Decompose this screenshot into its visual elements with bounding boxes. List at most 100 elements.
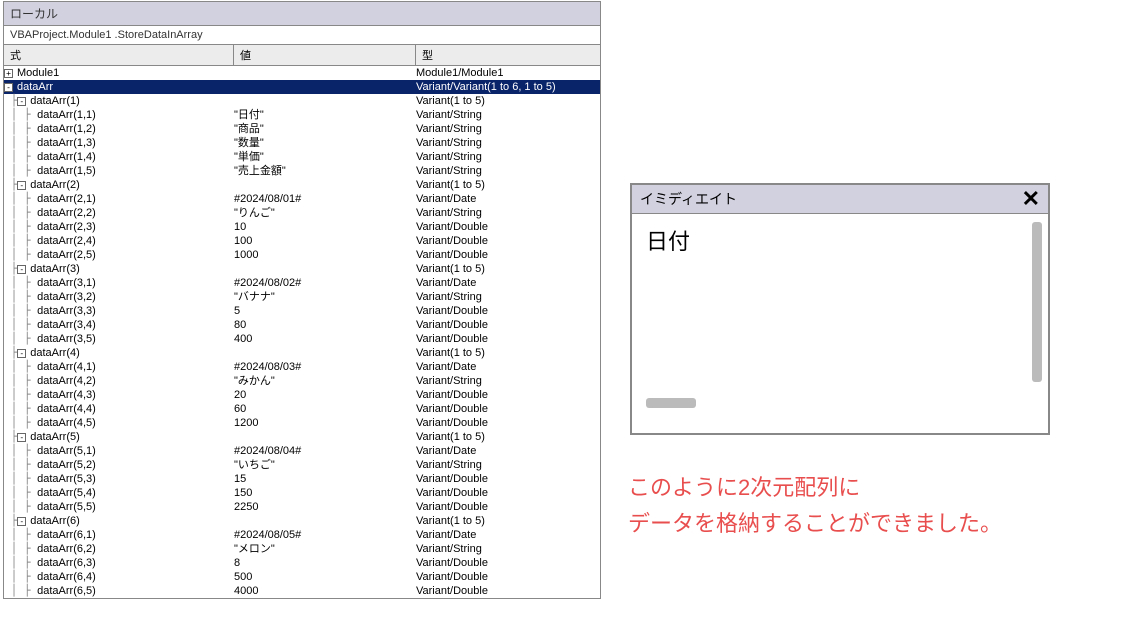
locals-row[interactable]: │ ├ dataArr(3,2)"バナナ"Variant/String xyxy=(4,290,600,304)
value-cell: 2250 xyxy=(234,500,416,514)
locals-row[interactable]: │ ├ dataArr(4,5)1200Variant/Double xyxy=(4,416,600,430)
tree-branch-icon: │ ├ xyxy=(4,388,37,402)
tree-branch-icon: │ ├ xyxy=(4,248,37,262)
collapse-icon[interactable]: - xyxy=(17,181,26,190)
value-cell: #2024/08/04# xyxy=(234,444,416,458)
expression-label: dataArr(3,2) xyxy=(37,290,96,304)
tree-branch-icon: │ ├ xyxy=(4,276,37,290)
type-cell: Variant(1 to 5) xyxy=(416,178,600,192)
locals-row[interactable]: │ ├ dataArr(3,3)5Variant/Double xyxy=(4,304,600,318)
locals-row[interactable]: ├- dataArr(2)Variant(1 to 5) xyxy=(4,178,600,192)
locals-row[interactable]: ├- dataArr(6)Variant(1 to 5) xyxy=(4,514,600,528)
type-cell: Variant/Date xyxy=(416,444,600,458)
locals-row[interactable]: │ ├ dataArr(4,4)60Variant/Double xyxy=(4,402,600,416)
tree-branch-icon: │ ├ xyxy=(4,318,37,332)
type-cell: Variant/Double xyxy=(416,220,600,234)
expression-label: dataArr(5,1) xyxy=(37,444,96,458)
expression-label: dataArr(2,5) xyxy=(37,248,96,262)
locals-row[interactable]: │ ├ dataArr(1,4)"単価"Variant/String xyxy=(4,150,600,164)
collapse-icon[interactable]: - xyxy=(17,349,26,358)
locals-row[interactable]: │ ├ dataArr(5,1)#2024/08/04#Variant/Date xyxy=(4,444,600,458)
locals-row[interactable]: │ ├ dataArr(5,5)2250Variant/Double xyxy=(4,500,600,514)
locals-row[interactable]: │ ├ dataArr(2,3)10Variant/Double xyxy=(4,220,600,234)
collapse-icon[interactable]: - xyxy=(4,83,13,92)
locals-row[interactable]: │ ├ dataArr(2,4)100Variant/Double xyxy=(4,234,600,248)
expression-label: dataArr(2,4) xyxy=(37,234,96,248)
collapse-icon[interactable]: - xyxy=(17,265,26,274)
tree-branch-icon: ├ xyxy=(4,430,17,444)
locals-row[interactable]: │ ├ dataArr(2,5)1000Variant/Double xyxy=(4,248,600,262)
locals-row[interactable]: │ ├ dataArr(5,2)"いちご"Variant/String xyxy=(4,458,600,472)
vertical-scrollbar[interactable] xyxy=(1032,222,1042,382)
value-cell: #2024/08/03# xyxy=(234,360,416,374)
locals-row[interactable]: │ ├ dataArr(6,3)8Variant/Double xyxy=(4,556,600,570)
locals-row[interactable]: │ ├ dataArr(1,2)"商品"Variant/String xyxy=(4,122,600,136)
locals-row[interactable]: - dataArrVariant/Variant(1 to 6, 1 to 5) xyxy=(4,80,600,94)
locals-row[interactable]: │ ├ dataArr(4,3)20Variant/Double xyxy=(4,388,600,402)
type-cell: Variant/Double xyxy=(416,388,600,402)
value-cell: 500 xyxy=(234,570,416,584)
type-cell: Variant/String xyxy=(416,108,600,122)
locals-column-headers[interactable]: 式 値 型 xyxy=(4,45,600,66)
type-cell: Variant/Double xyxy=(416,584,600,598)
locals-row[interactable]: ├- dataArr(5)Variant(1 to 5) xyxy=(4,430,600,444)
locals-row[interactable]: │ ├ dataArr(6,4)500Variant/Double xyxy=(4,570,600,584)
collapse-icon[interactable]: - xyxy=(17,517,26,526)
header-value[interactable]: 値 xyxy=(234,45,416,65)
expression-label: dataArr(6) xyxy=(30,514,80,528)
value-cell: 5 xyxy=(234,304,416,318)
locals-row[interactable]: │ ├ dataArr(4,1)#2024/08/03#Variant/Date xyxy=(4,360,600,374)
type-cell: Variant/Double xyxy=(416,318,600,332)
collapse-icon[interactable]: - xyxy=(17,97,26,106)
immediate-body[interactable]: 日付 xyxy=(632,214,1048,414)
value-cell: "数量" xyxy=(234,136,416,150)
tree-branch-icon: │ ├ xyxy=(4,290,37,304)
locals-row[interactable]: + Module1Module1/Module1 xyxy=(4,66,600,80)
locals-row[interactable]: │ ├ dataArr(6,1)#2024/08/05#Variant/Date xyxy=(4,528,600,542)
locals-row[interactable]: ├- dataArr(4)Variant(1 to 5) xyxy=(4,346,600,360)
locals-row[interactable]: │ ├ dataArr(1,3)"数量"Variant/String xyxy=(4,136,600,150)
locals-row[interactable]: │ ├ dataArr(1,5)"売上金額"Variant/String xyxy=(4,164,600,178)
locals-row[interactable]: │ ├ dataArr(3,1)#2024/08/02#Variant/Date xyxy=(4,276,600,290)
type-cell: Variant(1 to 5) xyxy=(416,430,600,444)
expand-icon[interactable]: + xyxy=(4,69,13,78)
value-cell: "日付" xyxy=(234,108,416,122)
annotation-line-1: このように2次元配列に xyxy=(628,470,1002,506)
value-cell: "単価" xyxy=(234,150,416,164)
locals-row[interactable]: │ ├ dataArr(5,3)15Variant/Double xyxy=(4,472,600,486)
tree-branch-icon: │ ├ xyxy=(4,486,37,500)
tree-branch-icon: │ ├ xyxy=(4,164,37,178)
header-type[interactable]: 型 xyxy=(416,45,600,65)
locals-row[interactable]: ├- dataArr(1)Variant(1 to 5) xyxy=(4,94,600,108)
value-cell: 4000 xyxy=(234,584,416,598)
locals-row[interactable]: │ ├ dataArr(5,4)150Variant/Double xyxy=(4,486,600,500)
horizontal-scrollbar[interactable] xyxy=(646,398,696,408)
collapse-icon[interactable]: - xyxy=(17,433,26,442)
locals-tree[interactable]: + Module1Module1/Module1- dataArrVariant… xyxy=(4,66,600,598)
tree-branch-icon: │ ├ xyxy=(4,556,37,570)
expression-label: dataArr(6,3) xyxy=(37,556,96,570)
type-cell: Variant/String xyxy=(416,150,600,164)
type-cell: Variant/String xyxy=(416,136,600,150)
locals-row[interactable]: │ ├ dataArr(1,1)"日付"Variant/String xyxy=(4,108,600,122)
locals-row[interactable]: │ ├ dataArr(6,2)"メロン"Variant/String xyxy=(4,542,600,556)
locals-row[interactable]: │ ├ dataArr(4,2)"みかん"Variant/String xyxy=(4,374,600,388)
locals-row[interactable]: │ ├ dataArr(3,4)80Variant/Double xyxy=(4,318,600,332)
tree-branch-icon: │ ├ xyxy=(4,374,37,388)
tree-branch-icon: │ ├ xyxy=(4,108,37,122)
expression-label: dataArr(3,3) xyxy=(37,304,96,318)
value-cell: 100 xyxy=(234,234,416,248)
locals-row[interactable]: │ ├ dataArr(6,5)4000Variant/Double xyxy=(4,584,600,598)
tree-branch-icon: │ ├ xyxy=(4,304,37,318)
type-cell: Variant/String xyxy=(416,542,600,556)
locals-row[interactable]: │ ├ dataArr(2,1)#2024/08/01#Variant/Date xyxy=(4,192,600,206)
tree-branch-icon: │ ├ xyxy=(4,122,37,136)
header-expression[interactable]: 式 xyxy=(4,45,234,65)
close-icon[interactable]: ✕ xyxy=(1022,190,1040,208)
tree-branch-icon: │ ├ xyxy=(4,206,37,220)
locals-row[interactable]: │ ├ dataArr(3,5)400Variant/Double xyxy=(4,332,600,346)
expression-label: dataArr(3,5) xyxy=(37,332,96,346)
locals-row[interactable]: │ ├ dataArr(2,2)"りんご"Variant/String xyxy=(4,206,600,220)
locals-row[interactable]: ├- dataArr(3)Variant(1 to 5) xyxy=(4,262,600,276)
tree-branch-icon: │ ├ xyxy=(4,416,37,430)
